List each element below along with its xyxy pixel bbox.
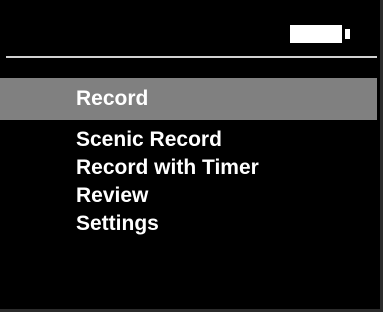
battery-body: [290, 25, 342, 43]
battery-full-icon: [290, 25, 352, 43]
header-divider: [6, 56, 377, 58]
menu-item-scenic-record[interactable]: Scenic Record: [0, 126, 377, 154]
menu-item-record[interactable]: Record: [0, 78, 377, 120]
menu-item-record-with-timer[interactable]: Record with Timer: [0, 154, 377, 182]
battery-tip: [345, 29, 350, 39]
device-screen: Record Scenic Record Record with Timer R…: [0, 0, 383, 312]
main-menu: Record Scenic Record Record with Timer R…: [0, 78, 377, 238]
menu-item-review[interactable]: Review: [0, 182, 377, 210]
menu-item-settings[interactable]: Settings: [0, 210, 377, 238]
